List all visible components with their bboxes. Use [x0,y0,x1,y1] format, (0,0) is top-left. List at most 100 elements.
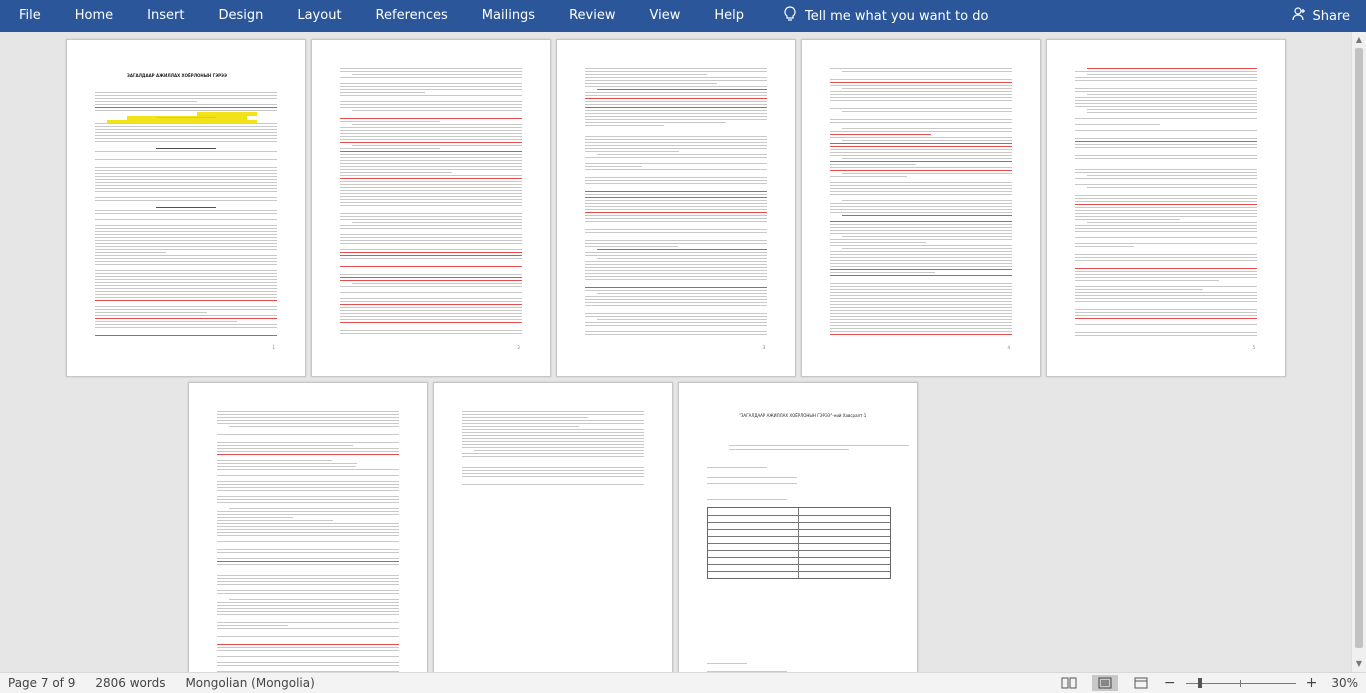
text-line [585,169,767,170]
text-line [830,170,1012,171]
zoom-slider[interactable] [1185,677,1296,689]
text-line [585,279,767,280]
page-thumbnail-7[interactable]: 7 [433,382,673,672]
language-indicator[interactable]: Mongolian (Mongolia) [175,676,324,690]
text-line [217,561,399,562]
scroll-thumb[interactable] [1355,48,1363,648]
text-line [830,188,1012,189]
text-line [340,142,522,143]
text-line [340,255,522,256]
text-line [217,628,399,629]
page-thumbnail-3[interactable]: 3 [556,39,796,377]
text-line [95,104,277,105]
text-line [585,290,767,291]
scroll-up-icon[interactable]: ▲ [1354,35,1364,45]
text-line [462,429,644,430]
text-line [217,575,399,576]
print-layout-icon[interactable] [1091,675,1118,691]
text-line [1087,187,1257,188]
text-line [95,243,277,244]
text-line [340,240,522,241]
document-canvas[interactable]: ЗАГАЛДААР АЖИЛЛАХ ХОЁРЛОНЫН ГЭРЭЭ 1 2 3 … [0,32,1352,672]
read-mode-icon[interactable] [1056,675,1082,691]
text-line [830,233,1012,234]
text-line [585,125,665,126]
text-line [340,133,522,134]
word-count[interactable]: 2806 words [85,676,175,690]
text-line [585,246,679,247]
text-line [830,328,1012,329]
zoom-in-button[interactable]: + [1306,675,1318,691]
tab-insert[interactable]: Insert [130,0,201,32]
text-line [462,432,644,433]
scroll-down-icon[interactable]: ▼ [1354,659,1364,669]
text-line [340,249,522,250]
tab-help[interactable]: Help [697,0,761,32]
text-line [1075,195,1257,196]
page-thumbnail-1[interactable]: ЗАГАЛДААР АЖИЛЛАХ ХОЁРЛОНЫН ГЭРЭЭ 1 [66,39,306,377]
text-line [95,309,277,310]
text-line [95,324,277,325]
share-button[interactable]: Share [1292,0,1350,32]
text-line [585,255,767,256]
tab-layout[interactable]: Layout [280,0,358,32]
text-line [352,222,522,223]
page-count[interactable]: Page 7 of 9 [0,676,85,690]
text-line [1087,175,1257,176]
text-line [1075,271,1257,272]
text-line [830,230,1012,231]
text-line [217,608,399,609]
zoom-out-button[interactable]: − [1164,675,1176,691]
text-line [95,200,277,201]
text-line [217,469,399,470]
page-thumbnail-8[interactable]: "ЗАГАЛДААР АЖИЛЛАХ ХОЁРЛОНЫН ГЭРЭЭ"-ний … [678,382,918,672]
text-line [585,305,767,306]
page-title: "ЗАГАЛДААР АЖИЛЛАХ ХОЁРЛОНЫН ГЭРЭЭ"-ний … [739,413,867,418]
text-line [340,121,440,122]
text-line [1075,207,1257,208]
zoom-level[interactable]: 30% [1327,676,1358,690]
tab-home[interactable]: Home [58,0,130,32]
text-line [217,475,399,476]
text-line [830,131,1012,132]
text-line [585,215,767,216]
vertical-scrollbar[interactable]: ▲ ▼ [1351,32,1366,672]
text-line [217,564,399,565]
lightbulb-icon [783,6,797,26]
text-line [585,183,767,184]
text-line [585,296,767,297]
text-line [340,86,522,87]
text-line [585,299,767,300]
text-line [462,420,644,421]
text-line [462,447,644,448]
text-line [340,199,522,200]
text-line [729,449,849,450]
tab-mailings[interactable]: Mailings [465,0,552,32]
page-thumbnail-4[interactable]: 4 [801,39,1041,377]
tab-review[interactable]: Review [552,0,632,32]
tab-references[interactable]: References [359,0,465,32]
page-thumbnail-2[interactable]: 2 [311,39,551,377]
web-layout-icon[interactable] [1128,675,1154,691]
file-tab[interactable]: File [0,0,58,32]
text-line [217,420,399,421]
text-line [830,310,1012,311]
text-line [95,159,277,160]
text-line [340,190,522,191]
text-line [585,252,767,253]
tab-view[interactable]: View [632,0,697,32]
text-line [95,191,277,192]
page-thumbnail-6[interactable]: 6 [188,382,428,672]
text-line [585,71,767,72]
text-line [1087,94,1257,95]
text-line [1075,77,1257,78]
zoom-thumb[interactable] [1197,678,1202,688]
text-line [95,92,277,93]
tell-me-box[interactable]: Tell me what you want to do [761,0,988,32]
text-line [585,77,767,78]
tab-design[interactable]: Design [201,0,280,32]
text-line [340,322,522,323]
text-line [830,209,1012,210]
page-thumbnail-5[interactable]: 5 [1046,39,1286,377]
text-line [585,334,767,335]
